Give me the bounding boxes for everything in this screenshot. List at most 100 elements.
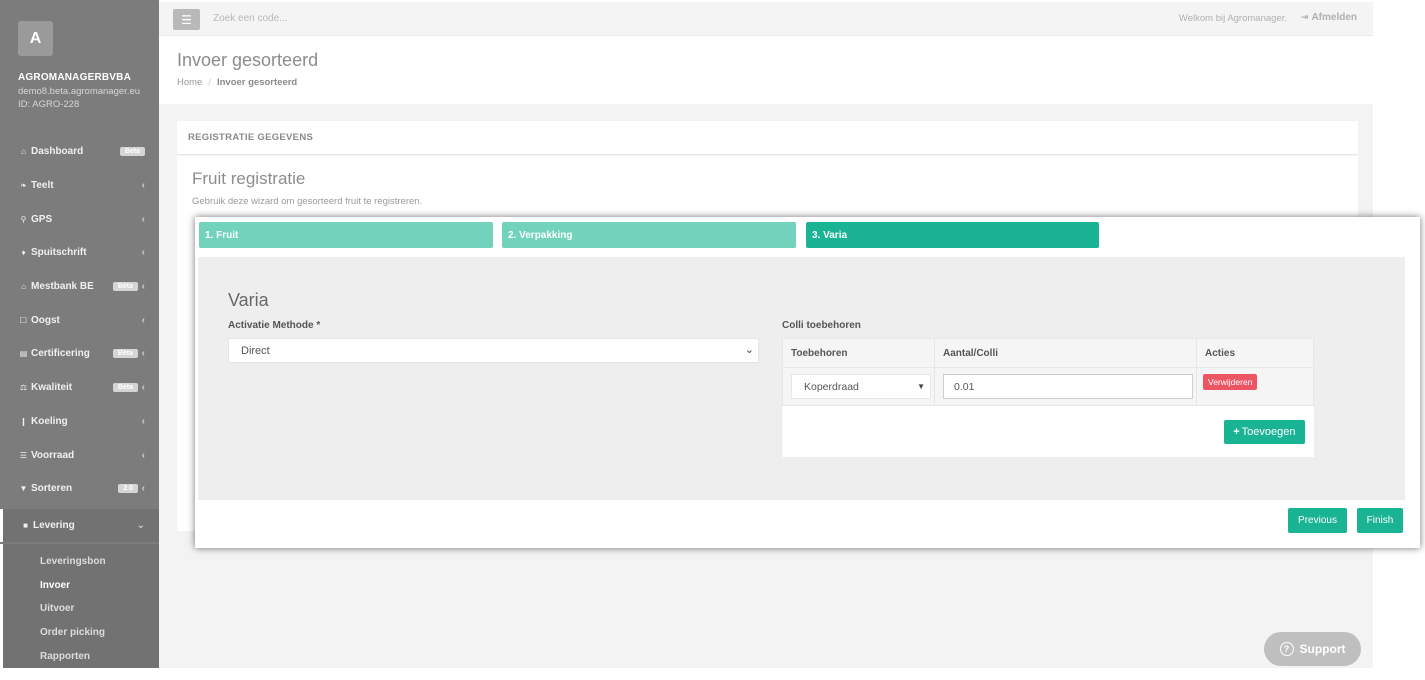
sidebar-item-dashboard[interactable]: ⌂ Dashboard Beta xyxy=(0,135,159,169)
breadcrumb: Home / Invoer gesorteerd xyxy=(177,77,297,88)
delete-button[interactable]: Verwijderen xyxy=(1203,374,1258,390)
activation-method-select[interactable]: Direct ⌄ xyxy=(228,338,759,363)
sidebar-subitem-order-picking[interactable]: Order picking xyxy=(3,621,159,645)
form-intro: Gebruik deze wizard om gesorteerd fruit … xyxy=(192,196,423,207)
sidebar-subitem-invoer[interactable]: Invoer xyxy=(3,574,159,598)
question-icon: ? xyxy=(1279,642,1294,656)
sidebar-item-mestbank[interactable]: ⌂ Mestbank BE Bèta ‹ xyxy=(0,270,159,304)
truck-icon: ■ xyxy=(23,520,28,530)
add-button-label: Toevoegen xyxy=(1241,426,1296,438)
chevron-left-icon: ‹ xyxy=(141,314,145,326)
chevron-left-icon: ‹ xyxy=(141,415,145,427)
version-badge: 2.0 xyxy=(118,484,138,494)
sidebar-item-sorteren[interactable]: ▼ Sorteren 2.0 ‹ xyxy=(0,472,159,506)
sidebar-item-label: Certificering xyxy=(31,348,90,360)
map-marker-icon: ⚲ xyxy=(20,214,27,224)
sidebar-item-kwaliteit[interactable]: ⚖ Kwaliteit Bèta ‹ xyxy=(0,371,159,405)
previous-button[interactable]: Previous xyxy=(1288,508,1347,533)
leaf-icon: ❧ xyxy=(20,181,27,191)
finish-button[interactable]: Finish xyxy=(1357,508,1403,533)
plus-icon: + xyxy=(1233,426,1240,438)
chevron-left-icon: ‹ xyxy=(141,348,145,360)
sign-out-icon: ⇥ xyxy=(1300,12,1309,22)
panel-title: REGISTRATIE GEGEVENS xyxy=(177,121,1358,155)
filter-icon: ▼ xyxy=(19,484,28,494)
chevron-left-icon: ‹ xyxy=(141,213,145,225)
welcome-text: Welkom bij Agromanager. xyxy=(1178,13,1287,24)
book-icon: ▤ xyxy=(19,349,28,359)
sidebar-item-gps[interactable]: ⚲ GPS ‹ xyxy=(0,202,159,236)
chevron-left-icon: ‹ xyxy=(141,483,145,495)
section-title: Varia xyxy=(228,290,269,310)
sidebar-submenu-levering: Leveringsbon Invoer Uitvoer Order pickin… xyxy=(0,544,159,668)
sidebar-item-certificering[interactable]: ▤ Certificering Bèta ‹ xyxy=(0,337,159,371)
actions-cell: Verwijderen xyxy=(1196,367,1314,406)
table-row: Koperdraad ▼ Verwijderen xyxy=(782,367,1314,406)
colli-label: Colli toebehoren xyxy=(782,320,861,331)
sidebar: A AGROMANAGERBVBA demo8.beta.agromanager… xyxy=(0,0,159,668)
company-avatar[interactable]: A xyxy=(18,21,53,56)
page-heading: Invoer gesorteerd Home / Invoer gesorteerd xyxy=(159,36,1373,104)
sidebar-item-teelt[interactable]: ❧ Teelt ‹ xyxy=(0,169,159,203)
sidebar-item-oogst[interactable]: ☐ Oogst ‹ xyxy=(0,303,159,337)
wizard-step-varia[interactable]: 3. Varia xyxy=(806,222,1099,248)
sidebar-item-koeling[interactable]: ❙ Koeling ‹ xyxy=(0,405,159,439)
beta-badge: Bèta xyxy=(112,383,138,393)
add-button[interactable]: + Toevoegen xyxy=(1224,420,1305,444)
amount-cell xyxy=(934,367,1197,406)
sidebar-item-spuitschrift[interactable]: ♦ Spuitschrift ‹ xyxy=(0,236,159,270)
page-title: Invoer gesorteerd xyxy=(177,50,319,70)
sidebar-item-label: Levering xyxy=(33,519,75,531)
company-domain: demo8.beta.agromanager.eu xyxy=(18,86,141,97)
sidebar-subitem-leveringsbon[interactable]: Leveringsbon xyxy=(3,550,159,574)
wizard-step-content: Varia Activatie Methode * Direct ⌄ Colli… xyxy=(198,257,1405,500)
chevron-left-icon: ‹ xyxy=(141,281,145,293)
hamburger-icon[interactable]: ☰ xyxy=(173,9,200,30)
wizard-step-verpakking[interactable]: 2. Verpakking xyxy=(502,222,796,248)
activation-method-value: Direct xyxy=(241,345,270,357)
column-header: Toebehoren xyxy=(782,338,935,368)
sidebar-item-label: Kwaliteit xyxy=(31,382,73,394)
list-icon: ☰ xyxy=(19,450,28,460)
sidebar-item-label: Koeling xyxy=(31,415,68,427)
search-input[interactable] xyxy=(213,13,513,24)
sidebar-subitem-uitvoer[interactable]: Uitvoer xyxy=(3,597,159,621)
form-title: Fruit registratie xyxy=(192,169,306,188)
topbar: ☰ Welkom bij Agromanager. ⇥Afmelden xyxy=(159,2,1373,36)
activation-method-label: Activatie Methode * xyxy=(228,320,321,331)
table-footer: + Toevoegen xyxy=(782,405,1314,457)
sidebar-item-levering[interactable]: ■ Levering ⌄ xyxy=(0,508,159,543)
company-name: AGROMANAGERBVBA xyxy=(18,72,131,83)
breadcrumb-home[interactable]: Home xyxy=(177,77,202,88)
accessory-select[interactable]: Koperdraad ▼ xyxy=(791,374,931,399)
accessory-value: Koperdraad xyxy=(804,381,859,393)
sidebar-item-label: Oogst xyxy=(31,314,60,326)
wizard-dialog: 1. Fruit 2. Verpakking 3. Varia Varia Ac… xyxy=(195,217,1420,548)
chevron-down-icon: ⌄ xyxy=(744,344,754,356)
beta-badge: Bèta xyxy=(112,282,138,292)
chevron-down-icon: ⌄ xyxy=(136,519,145,531)
scale-icon: ⚖ xyxy=(19,383,28,393)
sidebar-item-voorraad[interactable]: ☰ Voorraad ‹ xyxy=(0,438,159,472)
sidebar-subitem-rapporten[interactable]: Rapporten xyxy=(3,644,159,668)
chevron-left-icon: ‹ xyxy=(141,247,145,259)
sidebar-item-label: Sorteren xyxy=(31,483,73,495)
basket-icon: ☐ xyxy=(19,315,28,325)
thermometer-icon: ❙ xyxy=(20,416,27,426)
amount-input[interactable] xyxy=(943,374,1193,399)
beta-badge: Beta xyxy=(119,147,145,157)
sidebar-nav: ⌂ Dashboard Beta ❧ Teelt ‹ ⚲ GPS ‹ ♦ Spu… xyxy=(0,135,159,543)
logout-link[interactable]: ⇥ Afmelden xyxy=(1301,12,1357,23)
drop-icon: ♦ xyxy=(21,248,26,258)
chevron-left-icon: ‹ xyxy=(141,180,145,192)
support-label: Support xyxy=(1299,642,1346,656)
bank-icon: ⌂ xyxy=(21,282,26,292)
beta-badge: Bèta xyxy=(112,349,138,359)
colli-table: Toebehoren Aantal/Colli Acties Koperdraa… xyxy=(782,338,1314,457)
caret-down-icon: ▼ xyxy=(917,382,925,391)
column-header: Aantal/Colli xyxy=(934,338,1197,368)
sidebar-item-label: Spuitschrift xyxy=(31,247,87,259)
wizard-step-fruit[interactable]: 1. Fruit xyxy=(199,222,493,248)
support-button[interactable]: ? Support xyxy=(1264,632,1361,666)
breadcrumb-current: Invoer gesorteerd xyxy=(216,77,298,88)
